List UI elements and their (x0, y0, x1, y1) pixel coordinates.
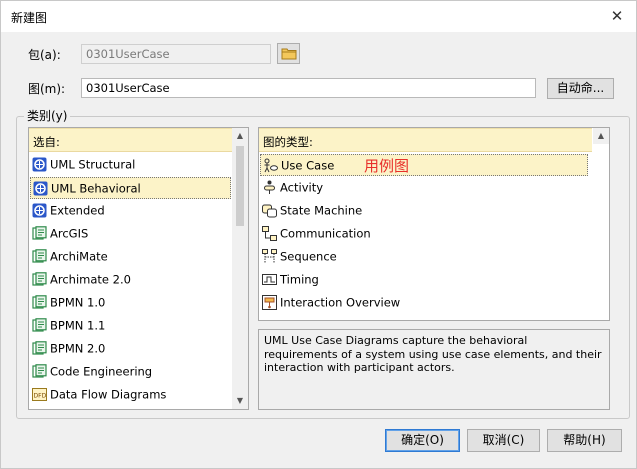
diagram-type-item[interactable]: Timing (260, 269, 588, 291)
from-list-item-label: Archimate 2.0 (50, 272, 131, 287)
diagram-type-item[interactable]: Sequence (260, 246, 588, 268)
scroll-up-arrow-icon[interactable]: ▲ (232, 128, 248, 144)
diagram-label: 图(m): (28, 82, 66, 96)
category-group-label: 类别(y) (24, 107, 71, 124)
diagram-type-item-label: Activity (280, 180, 324, 195)
uml-icon (32, 203, 47, 218)
communication-icon (262, 226, 277, 241)
from-list-item-label: Data Flow Diagrams (50, 387, 167, 402)
from-list-item-label: Code Engineering (50, 364, 153, 379)
from-list-item[interactable]: Extended (30, 200, 231, 222)
from-list-item[interactable]: DFD Data Flow Diagrams (30, 384, 231, 406)
from-list-item[interactable]: BPMN 1.1 (30, 315, 231, 337)
from-list-item[interactable]: UML Behavioral (30, 177, 231, 199)
diagram-description: UML Use Case Diagrams capture the behavi… (258, 329, 610, 410)
diagram-type-item-label: Use Case (281, 158, 335, 173)
use-case-annotation: 用例图 (364, 157, 410, 175)
from-list-item[interactable]: ArcGIS (30, 223, 231, 245)
diagram-types-listbox[interactable]: 图的类型: Use Case Activity State Machine Commu… (258, 127, 610, 321)
from-list-scrollbar[interactable]: ▲ ▼ (232, 128, 248, 409)
browse-package-button[interactable] (277, 43, 300, 64)
sequence-icon (262, 249, 277, 264)
diagram-type-item-label: Communication (280, 226, 371, 241)
auto-name-button[interactable]: 自动命... (547, 78, 614, 99)
scroll-thumb[interactable] (236, 146, 244, 226)
from-list-item-label: ArchiMate (50, 249, 108, 264)
from-listbox[interactable]: 选自: UML Structural UML Behavioral Extended… (28, 127, 249, 410)
diagram-name-input[interactable]: 0301UserCase (81, 78, 536, 98)
diagram-type-item[interactable]: Activity (260, 177, 588, 199)
diagram-type-item[interactable]: Interaction Overview (260, 292, 588, 314)
from-list-item-label: BPMN 1.1 (50, 318, 106, 333)
from-list-item-label: BPMN 1.0 (50, 295, 106, 310)
window-title: 新建图 (11, 11, 48, 25)
from-list-header: 选自: (29, 128, 233, 152)
package-label: 包(a): (28, 48, 61, 62)
model-icon (32, 318, 47, 333)
from-list-item[interactable]: UML Structural (30, 154, 231, 176)
from-list-item-label: UML Behavioral (51, 181, 141, 196)
cancel-button[interactable]: 取消(C) (467, 429, 540, 452)
ok-button[interactable]: 确定(O) (385, 429, 460, 452)
activity-icon (262, 180, 277, 195)
from-list-item[interactable]: BPMN 1.0 (30, 292, 231, 314)
model-icon (32, 272, 47, 287)
model-icon (32, 249, 47, 264)
timing-icon (262, 272, 277, 287)
diagram-type-item[interactable]: Communication (260, 223, 588, 245)
from-list-item[interactable]: Archimate 2.0 (30, 269, 231, 291)
folder-icon (281, 48, 296, 60)
help-button[interactable]: 帮助(H) (547, 429, 622, 452)
uml-icon (32, 157, 47, 172)
uml-icon (33, 181, 48, 196)
diagram-type-item-label: Interaction Overview (280, 295, 401, 310)
interaction-overview-icon (262, 295, 277, 310)
from-list-item[interactable]: ArchiMate (30, 246, 231, 268)
diagram-type-item[interactable]: Use Case (260, 154, 588, 176)
model-icon (32, 364, 47, 379)
types-list-scrollbar[interactable]: ▲ (593, 128, 609, 320)
model-icon (32, 226, 47, 241)
diagram-type-item-label: Sequence (280, 249, 337, 264)
from-list-item[interactable]: Code Engineering (30, 361, 231, 383)
state-machine-icon (262, 203, 277, 218)
from-list-item-label: Extended (50, 203, 105, 218)
types-list-header: 图的类型: (259, 128, 592, 152)
diagram-type-item-label: Timing (280, 272, 319, 287)
close-icon[interactable]: ✕ (606, 6, 628, 26)
use-case-icon (263, 158, 278, 173)
svg-text:DFD: DFD (34, 393, 47, 400)
from-list-item[interactable]: BPMN 2.0 (30, 338, 231, 360)
dfd-icon: DFD (32, 387, 47, 402)
title-bar: 新建图 ✕ (0, 0, 637, 32)
model-icon (32, 341, 47, 356)
scroll-down-arrow-icon[interactable]: ▼ (232, 393, 248, 409)
diagram-type-item-label: State Machine (280, 203, 363, 218)
from-list-item-label: BPMN 2.0 (50, 341, 106, 356)
scroll-up-arrow-icon[interactable]: ▲ (593, 128, 609, 144)
diagram-type-item[interactable]: State Machine (260, 200, 588, 222)
from-list-item-label: UML Structural (50, 157, 136, 172)
from-list-item-label: ArcGIS (50, 226, 89, 241)
package-field: 0301UserCase (81, 44, 271, 64)
model-icon (32, 295, 47, 310)
